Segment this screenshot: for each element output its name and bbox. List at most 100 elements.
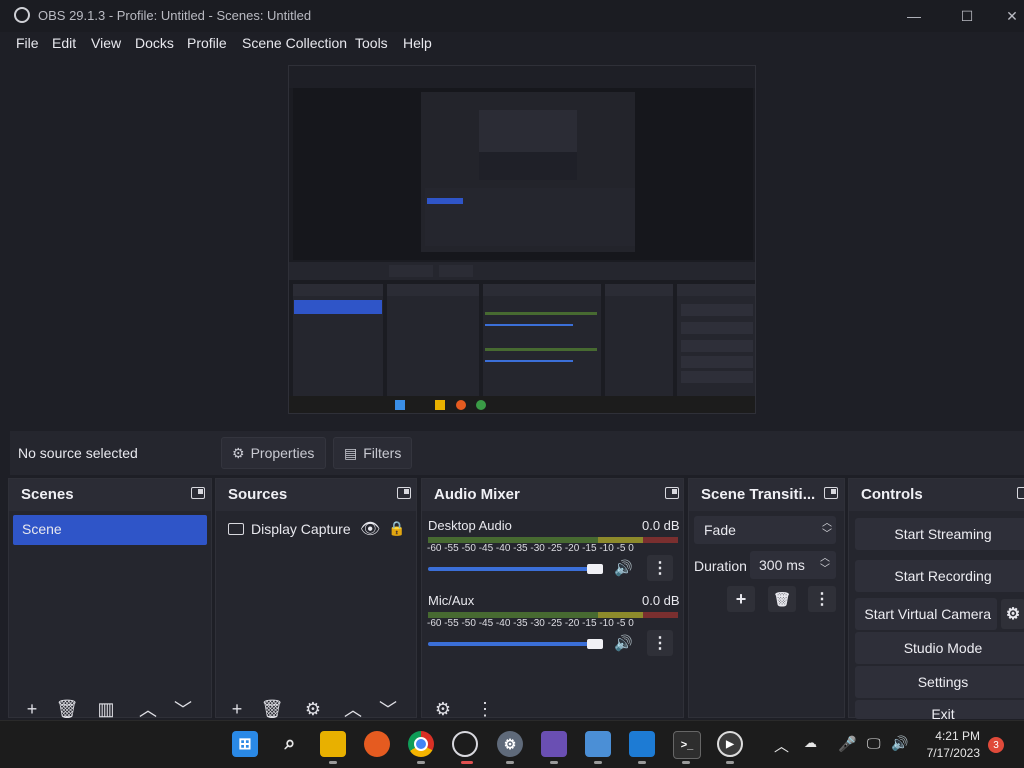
move-up-icon[interactable]: ︿ xyxy=(338,695,368,723)
undock-icon[interactable] xyxy=(824,487,838,499)
menu-profile[interactable]: Profile xyxy=(187,35,227,51)
move-up-icon[interactable]: ︿ xyxy=(133,695,163,723)
undock-icon[interactable] xyxy=(665,487,679,499)
filters-label: Filters xyxy=(363,445,402,461)
settings-button[interactable]: Settings xyxy=(855,666,1024,698)
menu-scene-collection[interactable]: Scene Collection xyxy=(242,35,347,51)
scenes-header: Scenes xyxy=(9,479,211,511)
image-viewer-icon[interactable] xyxy=(585,731,611,757)
add-source-icon[interactable]: + xyxy=(222,695,252,723)
search-icon[interactable]: ⌕ xyxy=(277,731,303,757)
speaker-icon[interactable]: 🔊 xyxy=(614,634,633,652)
settings-icon[interactable]: ⚙ xyxy=(497,731,523,757)
volume-slider[interactable] xyxy=(428,567,602,571)
notification-badge[interactable]: 3 xyxy=(988,737,1004,753)
source-properties-icon[interactable]: ⚙ xyxy=(298,695,328,723)
speaker-icon[interactable]: 🔊 xyxy=(614,559,633,577)
minimize-button[interactable]: — xyxy=(892,0,936,32)
file-explorer-icon[interactable] xyxy=(320,731,346,757)
add-scene-icon[interactable]: + xyxy=(17,695,47,723)
menu-file[interactable]: File xyxy=(16,35,39,51)
scenes-dock: Scenes Scene + 🗑 ▥ ︿ ﹀ xyxy=(8,478,212,720)
exit-button[interactable]: Exit xyxy=(855,700,1024,719)
studio-mode-button[interactable]: Studio Mode xyxy=(855,632,1024,664)
source-name: Display Capture xyxy=(251,521,351,537)
running-indicator xyxy=(594,761,602,764)
start-recording-button[interactable]: Start Recording xyxy=(855,560,1024,592)
move-down-icon[interactable]: ﹀ xyxy=(373,695,403,723)
eye-icon[interactable]: 👁 xyxy=(360,519,380,539)
mixer-menu-icon[interactable]: ⋮ xyxy=(470,695,500,723)
menu-docks[interactable]: Docks xyxy=(135,35,174,51)
chevron-up-icon[interactable]: ︿ xyxy=(774,735,789,756)
menu-help[interactable]: Help xyxy=(403,35,432,51)
remove-transition-icon[interactable]: 🗑 xyxy=(768,586,796,612)
undock-icon[interactable] xyxy=(1017,487,1024,499)
maximize-button[interactable]: ☐ xyxy=(945,0,989,32)
player-icon[interactable]: ▶ xyxy=(717,731,743,757)
source-list-item[interactable]: Display Capture 👁 🔒 xyxy=(220,515,410,543)
controls-title: Controls xyxy=(861,486,923,503)
remove-scene-icon[interactable]: 🗑 xyxy=(52,695,82,723)
channel-level: 0.0 dB xyxy=(642,518,680,533)
properties-button[interactable]: ⚙ Properties xyxy=(221,437,326,469)
obs-icon[interactable] xyxy=(452,731,478,757)
volume-icon[interactable]: 🔊 xyxy=(891,735,908,752)
sources-header: Sources xyxy=(216,479,416,511)
active-indicator xyxy=(461,761,473,764)
clock-time[interactable]: 4:21 PM xyxy=(930,729,980,743)
volume-slider[interactable] xyxy=(428,642,602,646)
advanced-audio-icon[interactable]: ⚙ xyxy=(428,695,458,723)
meter-scale: -60 -55 -50 -45 -40 -35 -30 -25 -20 -15 … xyxy=(427,543,634,554)
menu-bar: File Edit View Docks Profile Scene Colle… xyxy=(0,32,1024,56)
scene-list-item[interactable]: Scene xyxy=(13,515,207,545)
audio-mixer-title: Audio Mixer xyxy=(434,486,520,503)
chrome-icon[interactable] xyxy=(408,731,434,757)
obs-logo-icon xyxy=(14,7,30,23)
transition-menu-icon[interactable]: ⋮ xyxy=(808,586,836,612)
taskbar: ⊞ ⌕ ⚙ >_ ▶ ︿ ☁ 🎤 🖵 🔊 4:21 PM 7/17/2023 3 xyxy=(0,720,1024,768)
recursive-capture-image xyxy=(289,66,755,413)
clock-date[interactable]: 7/17/2023 xyxy=(920,746,980,760)
undock-icon[interactable] xyxy=(191,487,205,499)
media-icon[interactable] xyxy=(629,731,655,757)
channel-level: 0.0 dB xyxy=(642,593,680,608)
network-icon[interactable]: 🖵 xyxy=(867,735,881,752)
start-streaming-button[interactable]: Start Streaming xyxy=(855,518,1024,550)
title-bar: OBS 29.1.3 - Profile: Untitled - Scenes:… xyxy=(0,0,1024,32)
transitions-title: Scene Transiti... xyxy=(701,486,816,503)
preview-display-capture xyxy=(288,65,756,414)
menu-edit[interactable]: Edit xyxy=(52,35,76,51)
audio-mixer-header: Audio Mixer xyxy=(422,479,683,511)
video-editor-icon[interactable] xyxy=(541,731,567,757)
microphone-icon[interactable]: 🎤 xyxy=(838,735,857,753)
running-indicator xyxy=(550,761,558,764)
undock-icon[interactable] xyxy=(397,487,411,499)
firefox-icon[interactable] xyxy=(364,731,390,757)
filters-button[interactable]: ▤ Filters xyxy=(333,437,412,469)
meter-scale: -60 -55 -50 -45 -40 -35 -30 -25 -20 -15 … xyxy=(427,618,634,629)
duration-spinbox[interactable]: 300 ms ︿ ﹀ xyxy=(750,551,836,579)
cloud-icon[interactable]: ☁ xyxy=(804,735,817,751)
volume-slider-knob[interactable] xyxy=(587,639,604,649)
lock-icon[interactable]: 🔒 xyxy=(388,520,405,537)
remove-source-icon[interactable]: 🗑 xyxy=(257,695,287,723)
scene-name: Scene xyxy=(22,521,62,537)
menu-tools[interactable]: Tools xyxy=(355,35,388,51)
transition-select[interactable]: Fade ︿ ﹀ xyxy=(694,516,836,544)
close-button[interactable]: ✕ xyxy=(990,0,1024,32)
virtual-camera-settings-icon[interactable]: ⚙ xyxy=(1001,599,1024,629)
menu-view[interactable]: View xyxy=(91,35,121,51)
add-transition-icon[interactable]: + xyxy=(727,586,755,612)
volume-slider-knob[interactable] xyxy=(587,564,604,574)
channel-menu-icon[interactable]: ⋮ xyxy=(647,630,673,656)
move-down-icon[interactable]: ﹀ xyxy=(168,695,198,723)
scene-filters-icon[interactable]: ▥ xyxy=(91,695,121,723)
duration-label: Duration xyxy=(694,558,747,574)
start-icon[interactable]: ⊞ xyxy=(232,731,258,757)
running-indicator xyxy=(638,761,646,764)
channel-menu-icon[interactable]: ⋮ xyxy=(647,555,673,581)
start-virtual-camera-button[interactable]: Start Virtual Camera xyxy=(855,598,997,630)
controls-dock: Controls Start Streaming Start Recording… xyxy=(848,478,1024,719)
terminal-icon[interactable]: >_ xyxy=(673,731,701,759)
